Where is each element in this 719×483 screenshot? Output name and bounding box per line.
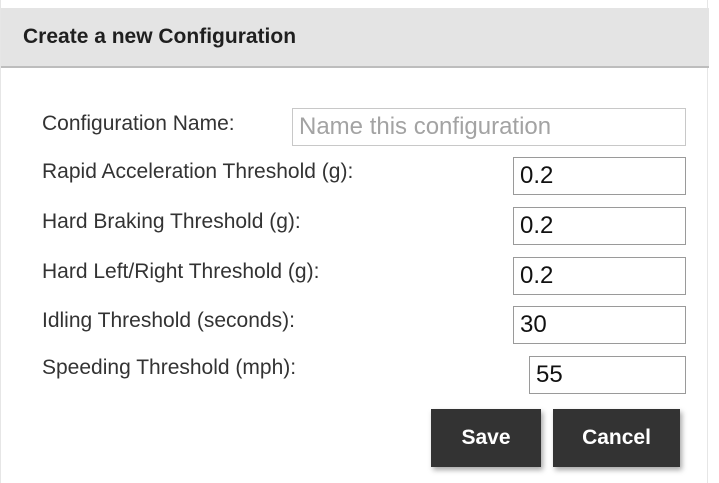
- hard-left-right-label: Hard Left/Right Threshold (g):: [42, 260, 320, 283]
- rapid-acceleration-input[interactable]: [513, 157, 686, 195]
- hard-braking-input[interactable]: [513, 207, 686, 245]
- speeding-threshold-input[interactable]: [529, 356, 686, 394]
- dialog-title: Create a new Configuration: [23, 25, 297, 48]
- save-button[interactable]: Save: [431, 409, 541, 467]
- create-configuration-dialog: Create a new Configuration Configuration…: [0, 0, 709, 483]
- cancel-button[interactable]: Cancel: [553, 409, 680, 467]
- idling-threshold-label: Idling Threshold (seconds):: [42, 309, 295, 332]
- hard-left-right-input[interactable]: [513, 257, 686, 295]
- rapid-acceleration-label: Rapid Acceleration Threshold (g):: [42, 160, 354, 183]
- configuration-name-label: Configuration Name:: [42, 112, 235, 135]
- dialog-header: Create a new Configuration: [1, 8, 709, 68]
- idling-threshold-input[interactable]: [513, 306, 686, 344]
- hard-braking-label: Hard Braking Threshold (g):: [42, 210, 301, 233]
- configuration-name-input[interactable]: [292, 108, 686, 146]
- speeding-threshold-label: Speeding Threshold (mph):: [42, 356, 297, 379]
